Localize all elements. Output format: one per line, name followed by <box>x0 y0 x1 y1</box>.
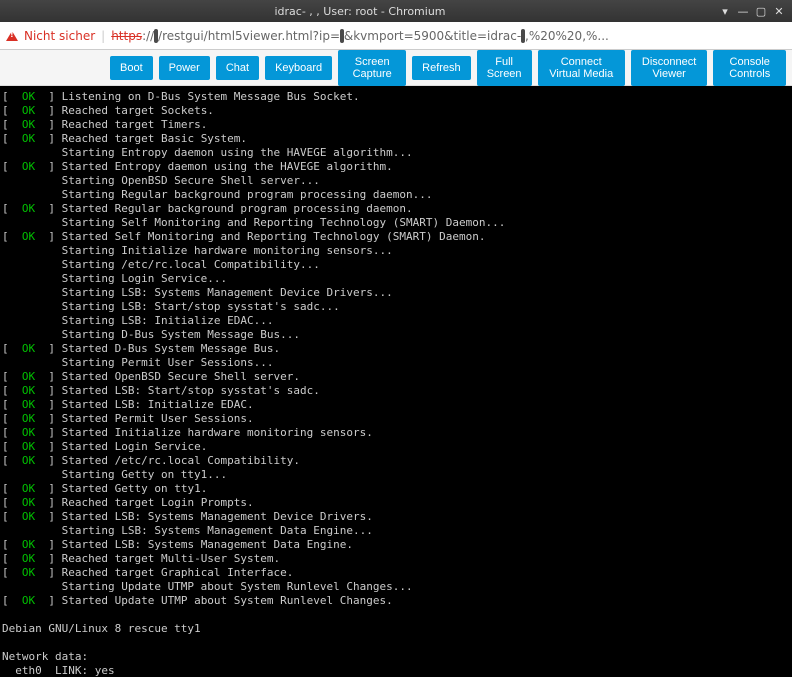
disconnect-viewer-button[interactable]: Disconnect Viewer <box>631 50 708 86</box>
close-button[interactable]: ✕ <box>772 4 786 18</box>
restore-button[interactable]: — <box>736 4 750 18</box>
remote-console[interactable]: [ OK ] Listening on D-Bus System Message… <box>0 86 792 677</box>
window-title-bar: idrac- , , User: root - Chromium ▾ — ▢ ✕ <box>0 0 792 22</box>
refresh-button[interactable]: Refresh <box>412 56 471 80</box>
power-button[interactable]: Power <box>159 56 210 80</box>
maximize-button[interactable]: ▢ <box>754 4 768 18</box>
warning-icon <box>6 31 18 41</box>
chat-button[interactable]: Chat <box>216 56 259 80</box>
full-screen-button[interactable]: Full Screen <box>477 50 532 86</box>
url-text: https:// /restgui/html5viewer.html?ip= &… <box>111 29 786 43</box>
keyboard-button[interactable]: Keyboard <box>265 56 332 80</box>
address-bar[interactable]: Nicht sicher | https:// /restgui/html5vi… <box>0 22 792 50</box>
boot-button[interactable]: Boot <box>110 56 153 80</box>
screen-capture-button[interactable]: Screen Capture <box>338 50 406 86</box>
connect-media-button[interactable]: Connect Virtual Media <box>538 50 625 86</box>
window-title: idrac- , , User: root - Chromium <box>6 5 714 18</box>
minimize-button[interactable]: ▾ <box>718 4 732 18</box>
not-secure-label: Nicht sicher <box>24 29 95 43</box>
console-controls-button[interactable]: Console Controls <box>713 50 786 86</box>
kvm-toolbar: Boot Power Chat Keyboard Screen Capture … <box>0 50 792 86</box>
